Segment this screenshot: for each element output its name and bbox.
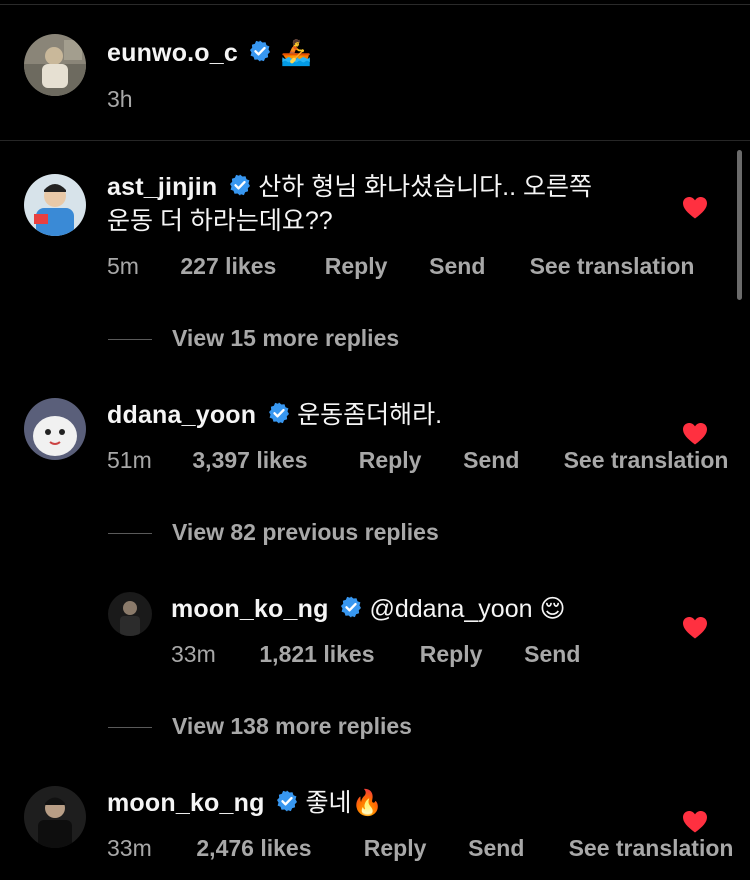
view-more-line — [108, 727, 152, 729]
view-previous-replies-button[interactable]: View 82 previous replies — [108, 519, 439, 546]
verified-badge-icon — [339, 595, 363, 624]
avatar[interactable] — [108, 592, 152, 636]
divider — [0, 140, 750, 141]
likes-count[interactable]: 1,821 likes — [259, 641, 413, 668]
see-translation-button[interactable]: See translation — [530, 253, 695, 280]
comment-time: 33m — [107, 835, 152, 861]
comment-username[interactable]: ddana_yoon — [107, 401, 256, 429]
comment-time: 33m — [171, 641, 216, 667]
avatar[interactable] — [24, 34, 86, 96]
see-translation-button[interactable]: See translation — [564, 447, 729, 474]
view-more-label: View 15 more replies — [172, 325, 400, 351]
comment-time: 5m — [107, 253, 139, 279]
verified-badge-icon — [228, 173, 252, 202]
comment-time: 51m — [107, 447, 152, 473]
view-more-replies-button[interactable]: View 15 more replies — [108, 325, 399, 352]
avatar[interactable] — [24, 174, 86, 236]
heart-icon[interactable] — [682, 422, 708, 446]
send-button[interactable]: Send — [524, 641, 580, 668]
likes-count[interactable]: 227 likes — [180, 253, 318, 280]
send-button[interactable]: Send — [463, 447, 557, 474]
view-more-line — [108, 339, 152, 341]
see-translation-button[interactable]: See translation — [569, 835, 734, 862]
comment-username[interactable]: moon_ko_ng — [171, 595, 329, 623]
reply-button[interactable]: Reply — [364, 835, 462, 862]
post-header: eunwo.o_c 🚣 3h — [0, 0, 750, 140]
reply-button[interactable]: Reply — [325, 253, 423, 280]
verified-badge-icon — [275, 789, 299, 818]
reply-button[interactable]: Reply — [420, 641, 518, 668]
heart-icon[interactable] — [682, 196, 708, 220]
comment-username[interactable]: moon_ko_ng — [107, 789, 265, 817]
likes-count[interactable]: 3,397 likes — [192, 447, 352, 474]
comment-text: @ddana_yoon 😌 — [369, 595, 566, 623]
likes-count[interactable]: 2,476 likes — [196, 835, 357, 862]
send-button[interactable]: Send — [429, 253, 523, 280]
post-time: 3h — [107, 86, 133, 112]
heart-icon[interactable] — [682, 810, 708, 834]
avatar[interactable] — [24, 398, 86, 460]
avatar[interactable] — [24, 786, 86, 848]
verified-badge-icon — [248, 39, 272, 68]
post-username[interactable]: eunwo.o_c — [107, 39, 238, 67]
comment-text-continued: 운동 더 하라는데요?? — [107, 207, 333, 235]
view-more-line — [108, 533, 152, 535]
verified-badge-icon — [267, 401, 291, 430]
comment-text: 산하 형님 화나셨습니다.. 오른쪽 — [258, 173, 593, 201]
view-more-label: View 138 more replies — [172, 713, 412, 739]
heart-icon[interactable] — [682, 616, 708, 640]
comment-text: 좋네🔥 — [305, 789, 383, 817]
post-emoji: 🚣 — [280, 39, 313, 67]
view-more-replies-button[interactable]: View 138 more replies — [108, 713, 412, 740]
reply-button[interactable]: Reply — [359, 447, 457, 474]
comment-text: 운동좀더해라. — [297, 401, 443, 429]
send-button[interactable]: Send — [468, 835, 562, 862]
scrollbar[interactable] — [737, 150, 742, 300]
view-more-label: View 82 previous replies — [172, 519, 439, 545]
comment-username[interactable]: ast_jinjin — [107, 173, 217, 201]
